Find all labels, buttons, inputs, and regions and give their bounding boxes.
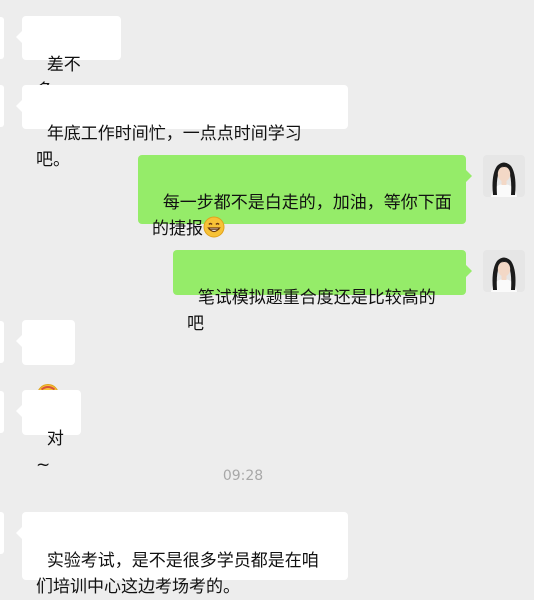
user-avatar-image: [483, 155, 525, 197]
sender-avatar[interactable]: [0, 321, 4, 363]
grin-face-emoji: [203, 216, 225, 246]
message-text: 实验考试，是不是很多学员都是在咱们培训中心这边考场考的。: [36, 551, 319, 597]
sent-message[interactable]: 笔试模拟题重合度还是比较高的吧: [173, 250, 472, 334]
received-message[interactable]: 差不多。: [16, 16, 121, 101]
message-text: 每一步都不是白走的，加油，等你下面的捷报: [152, 193, 452, 239]
message-timestamp: 09:28: [222, 468, 264, 484]
received-message[interactable]: [16, 320, 75, 406]
received-message[interactable]: 实验考试，是不是很多学员都是在咱们培训中心这边考场考的。: [16, 512, 348, 597]
sender-avatar[interactable]: [0, 17, 4, 59]
sender-avatar[interactable]: [0, 85, 4, 127]
sender-avatar[interactable]: [0, 512, 4, 554]
user-avatar-image: [483, 250, 525, 292]
received-message[interactable]: 对~: [16, 390, 81, 475]
user-avatar[interactable]: [483, 155, 525, 197]
sent-message[interactable]: 每一步都不是白走的，加油，等你下面的捷报: [138, 155, 472, 239]
received-message[interactable]: 年底工作时间忙，一点点时间学习吧。: [16, 85, 348, 170]
message-text: 笔试模拟题重合度还是比较高的吧: [187, 288, 436, 334]
user-avatar[interactable]: [483, 250, 525, 292]
sender-avatar[interactable]: [0, 391, 4, 433]
